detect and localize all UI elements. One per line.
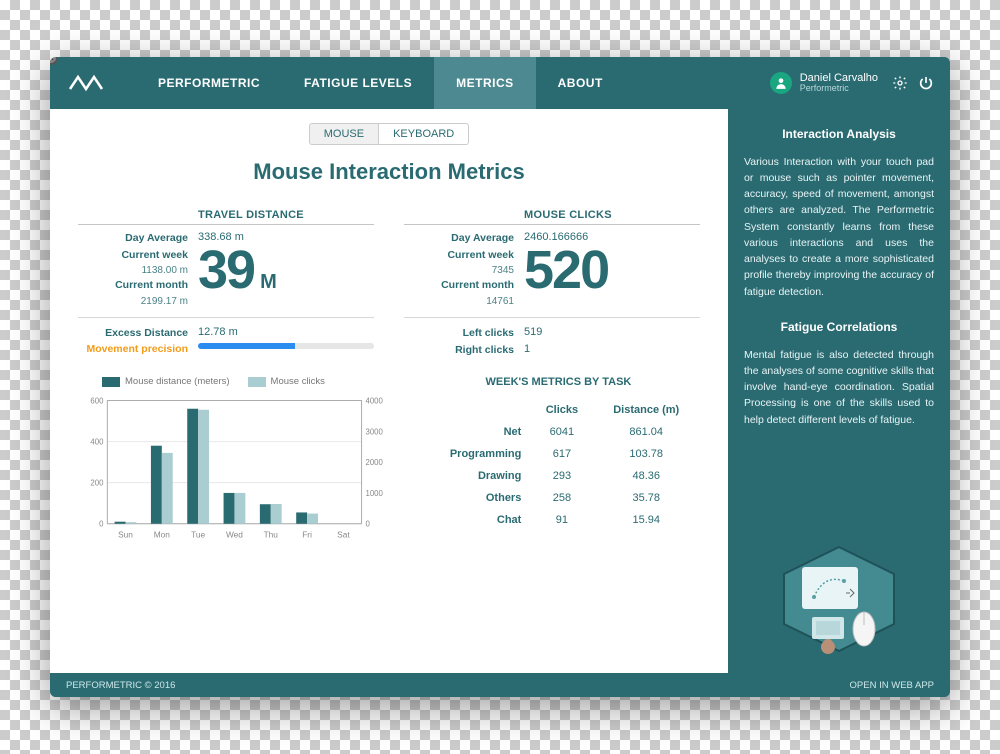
precision-label: Movement precision xyxy=(78,343,188,355)
side-illustration xyxy=(744,446,934,665)
travel-month-val: 2199.17 m xyxy=(78,296,188,307)
subtab-mouse[interactable]: MOUSE xyxy=(309,123,379,145)
svg-text:1000: 1000 xyxy=(365,489,383,498)
svg-text:Fri: Fri xyxy=(302,530,312,540)
settings-icon[interactable] xyxy=(892,75,908,91)
weekly-chart: Mouse distance (meters) Mouse clicks 0 20… xyxy=(78,376,391,543)
svg-text:0: 0 xyxy=(99,520,104,529)
svg-text:0: 0 xyxy=(365,520,370,529)
svg-text:Wed: Wed xyxy=(226,530,243,540)
svg-text:Sat: Sat xyxy=(337,530,350,540)
clicks-section-header: MOUSE CLICKS xyxy=(404,209,700,225)
nav-fatigue-levels[interactable]: FATIGUE LEVELS xyxy=(282,57,434,109)
nav-performetric[interactable]: PERFORMETRIC xyxy=(136,57,282,109)
page-title: Mouse Interaction Metrics xyxy=(78,159,700,185)
svg-text:600: 600 xyxy=(90,397,104,406)
excess-label: Excess Distance xyxy=(78,326,188,341)
side-text-2: Mental fatigue is also detected through … xyxy=(744,347,934,428)
right-clicks-val: 1 xyxy=(524,343,700,355)
clicks-week-val: 7345 xyxy=(404,265,514,276)
travel-week-label: Current week xyxy=(78,248,188,263)
tasks-table: ClicksDistance (m) Net6041861.04Programm… xyxy=(417,398,700,532)
legend-distance: Mouse distance (meters) xyxy=(102,376,230,387)
travel-day-avg-label: Day Average xyxy=(78,231,188,246)
footer: PERFORMETRIC © 2016 OPEN IN WEB APP xyxy=(50,673,950,697)
svg-text:Tue: Tue xyxy=(191,530,205,540)
svg-text:200: 200 xyxy=(90,479,104,488)
travel-section-header: TRAVEL DISTANCE xyxy=(78,209,374,225)
tasks-table-panel: WEEK'S METRICS BY TASK ClicksDistance (m… xyxy=(417,376,700,543)
logo-icon xyxy=(68,73,108,93)
table-row: Net6041861.04 xyxy=(419,422,698,442)
svg-text:Mon: Mon xyxy=(154,530,171,540)
side-title-1: Interaction Analysis xyxy=(744,125,934,144)
travel-distance-panel: TRAVEL DISTANCE Day Average 338.68 m Cur… xyxy=(78,209,374,358)
svg-text:2000: 2000 xyxy=(365,458,383,467)
app-window: ✕ PERFORMETRIC FATIGUE LEVELS METRICS AB… xyxy=(50,57,950,697)
mouse-clicks-panel: MOUSE CLICKS Day Average 2460.166666 Cur… xyxy=(404,209,700,358)
avatar-icon xyxy=(770,72,792,94)
svg-text:4000: 4000 xyxy=(365,397,383,406)
power-icon[interactable] xyxy=(918,75,934,91)
body: MOUSE KEYBOARD Mouse Interaction Metrics… xyxy=(50,109,950,673)
side-title-2: Fatigue Correlations xyxy=(744,318,934,337)
svg-text:400: 400 xyxy=(90,438,104,447)
clicks-big-number: 520 xyxy=(524,248,700,294)
user-profile[interactable]: Daniel Carvalho Performetric xyxy=(770,72,878,94)
excess-val: 12.78 m xyxy=(198,326,374,338)
header-bar: PERFORMETRIC FATIGUE LEVELS METRICS ABOU… xyxy=(50,57,950,109)
side-panel: Interaction Analysis Various Interaction… xyxy=(728,109,950,673)
footer-copyright: PERFORMETRIC © 2016 xyxy=(66,680,175,691)
open-web-app-link[interactable]: OPEN IN WEB APP xyxy=(850,680,934,691)
clicks-week-label: Current week xyxy=(404,248,514,263)
svg-text:Sun: Sun xyxy=(118,530,133,540)
legend-clicks: Mouse clicks xyxy=(248,376,325,387)
precision-bar xyxy=(198,343,374,349)
svg-text:Thu: Thu xyxy=(264,530,279,540)
left-clicks-label: Left clicks xyxy=(404,326,514,341)
clicks-day-avg-label: Day Average xyxy=(404,231,514,246)
clicks-month-val: 14761 xyxy=(404,296,514,307)
user-sub: Performetric xyxy=(800,84,878,94)
right-clicks-label: Right clicks xyxy=(404,343,514,358)
table-row: Chat9115.94 xyxy=(419,510,698,530)
clicks-month-label: Current month xyxy=(404,278,514,293)
table-row: Programming617103.78 xyxy=(419,444,698,464)
svg-text:3000: 3000 xyxy=(365,427,383,436)
main-nav: PERFORMETRIC FATIGUE LEVELS METRICS ABOU… xyxy=(136,57,625,109)
nav-metrics[interactable]: METRICS xyxy=(434,57,536,109)
main-panel: MOUSE KEYBOARD Mouse Interaction Metrics… xyxy=(50,109,728,673)
travel-week-val: 1138.00 m xyxy=(78,265,188,276)
table-row: Drawing29348.36 xyxy=(419,466,698,486)
subtabs: MOUSE KEYBOARD xyxy=(78,123,700,145)
left-clicks-val: 519 xyxy=(524,326,700,338)
travel-big-number: 39 M xyxy=(198,248,374,294)
table-row: Others25835.78 xyxy=(419,488,698,508)
nav-about[interactable]: ABOUT xyxy=(536,57,625,109)
travel-month-label: Current month xyxy=(78,278,188,293)
subtab-keyboard[interactable]: KEYBOARD xyxy=(379,123,469,145)
side-text-1: Various Interaction with your touch pad … xyxy=(744,154,934,300)
tasks-title: WEEK'S METRICS BY TASK xyxy=(417,376,700,388)
